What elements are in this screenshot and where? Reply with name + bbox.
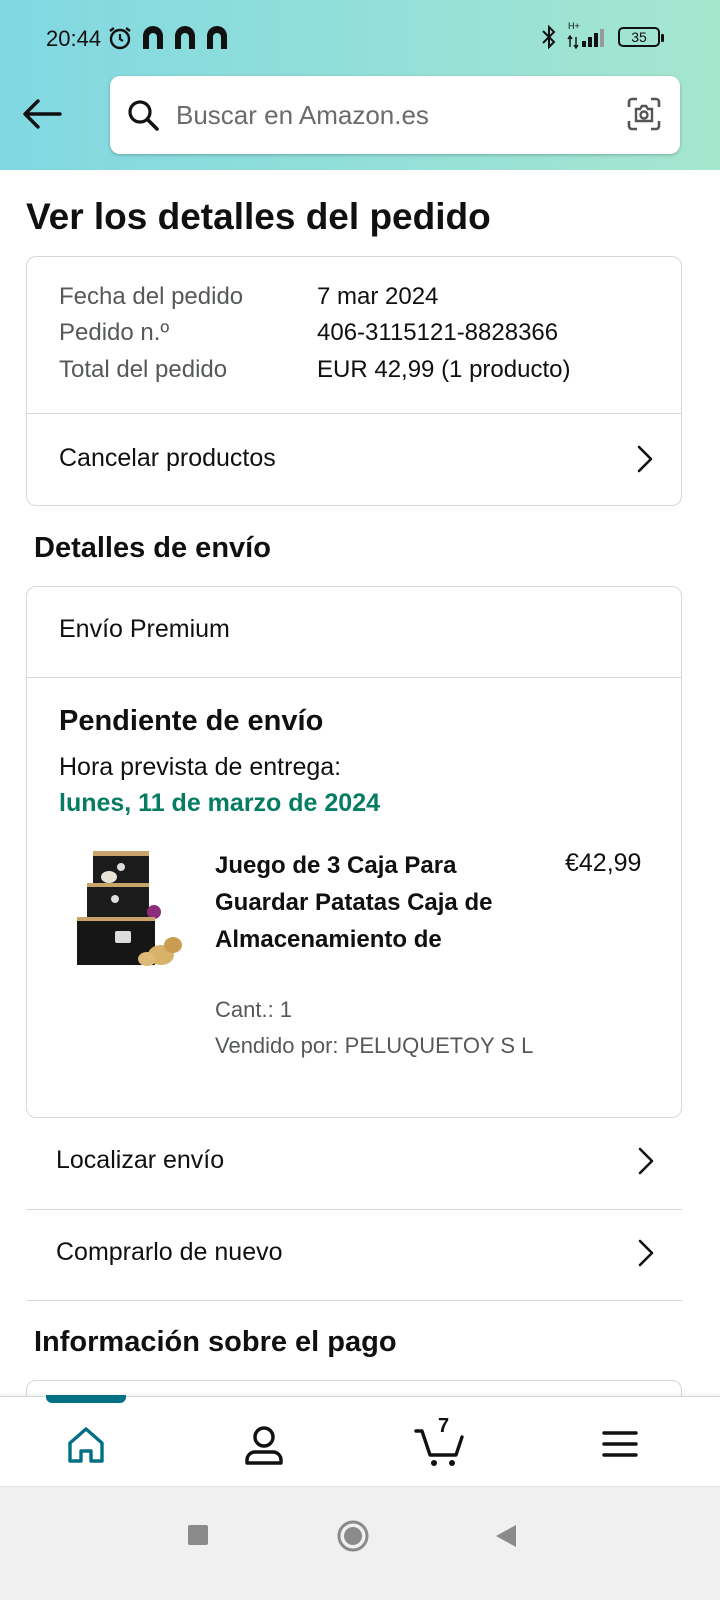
product-image[interactable] [75,847,187,971]
nav-cart[interactable]: 7 [412,1415,472,1469]
home-icon [68,1427,104,1463]
back-button[interactable] [20,94,64,134]
buy-again-link[interactable]: Comprarlo de nuevo [26,1210,682,1300]
order-summary-card: Fecha del pedido 7 mar 2024 Pedido n.º 4… [26,256,682,506]
arch-notification-icon [175,26,195,49]
status-time: 20:44 [46,26,102,51]
shipment-status: Pendiente de envío [59,705,324,737]
order-total-label: Total del pedido [59,356,228,383]
home-system-button[interactable] [336,1519,370,1558]
back-system-button[interactable] [494,1523,518,1554]
buy-again-label: Comprarlo de nuevo [56,1238,283,1266]
signal-icon: H+ [566,21,610,50]
system-navigation-bar [0,1486,720,1600]
top-header: 20:44 H+ 35 [0,0,720,170]
menu-icon [602,1431,638,1457]
divider [26,1300,682,1301]
order-total-value: EUR 42,99 (1 producto) [317,356,571,383]
product-quantity: Cant.: 1 [215,997,293,1022]
nav-menu[interactable] [590,1419,650,1469]
network-type: H+ [568,21,580,31]
payment-info-heading: Información sobre el pago [34,1326,397,1358]
camera-search-icon[interactable] [626,96,662,137]
search-bar[interactable] [110,76,680,154]
arch-notification-icon [207,26,227,49]
battery-icon: 35 [618,27,664,47]
order-date-value: 7 mar 2024 [317,283,439,310]
square-icon [188,1525,208,1545]
recent-apps-button[interactable] [186,1523,210,1552]
triangle-back-icon [496,1525,516,1547]
chevron-right-icon [636,1238,656,1273]
chevron-right-icon [636,1146,656,1181]
cancel-products-label: Cancelar productos [59,444,276,472]
chevron-right-icon [635,444,655,479]
bottom-navigation: 7 [0,1395,720,1486]
search-input[interactable] [176,90,606,140]
product-seller: Vendido por: PELUQUETOY S L [215,1033,534,1058]
delivery-eta-label: Hora prevista de entrega: [59,753,342,781]
back-arrow-icon [23,99,62,129]
order-date-label: Fecha del pedido [59,283,244,310]
circle-icon [337,1520,369,1552]
divider [27,677,681,678]
shipping-details-heading: Detalles de envío [34,532,271,564]
user-icon [245,1426,283,1465]
cancel-products-link[interactable]: Cancelar productos [27,414,681,506]
notification-icons [140,24,230,50]
nav-account[interactable] [234,1419,294,1469]
product-price: €42,99 [565,849,642,877]
page-title: Ver los detalles del pedido [26,196,491,237]
nav-home[interactable] [56,1419,116,1469]
cart-count-badge: 7 [438,1415,450,1437]
order-number-label: Pedido n.º [59,319,170,346]
track-shipment-label: Localizar envío [56,1146,225,1174]
shipment-card: Envío Premium Pendiente de envío Hora pr… [26,586,682,1118]
shipping-type: Envío Premium [59,615,230,643]
bluetooth-icon [542,24,556,50]
active-tab-indicator [46,1395,126,1403]
alarm-icon [107,25,133,56]
order-number-value: 406-3115121-8828366 [317,319,559,346]
status-bar: 20:44 H+ 35 [0,0,720,78]
product-title[interactable]: Juego de 3 Caja Para Guardar Patatas Caj… [215,847,505,958]
arch-notification-icon [143,26,163,49]
search-icon [126,98,160,137]
delivery-eta-date: lunes, 11 de marzo de 2024 [59,789,380,817]
status-right: H+ 35 [540,21,664,50]
track-shipment-link[interactable]: Localizar envío [26,1118,682,1208]
